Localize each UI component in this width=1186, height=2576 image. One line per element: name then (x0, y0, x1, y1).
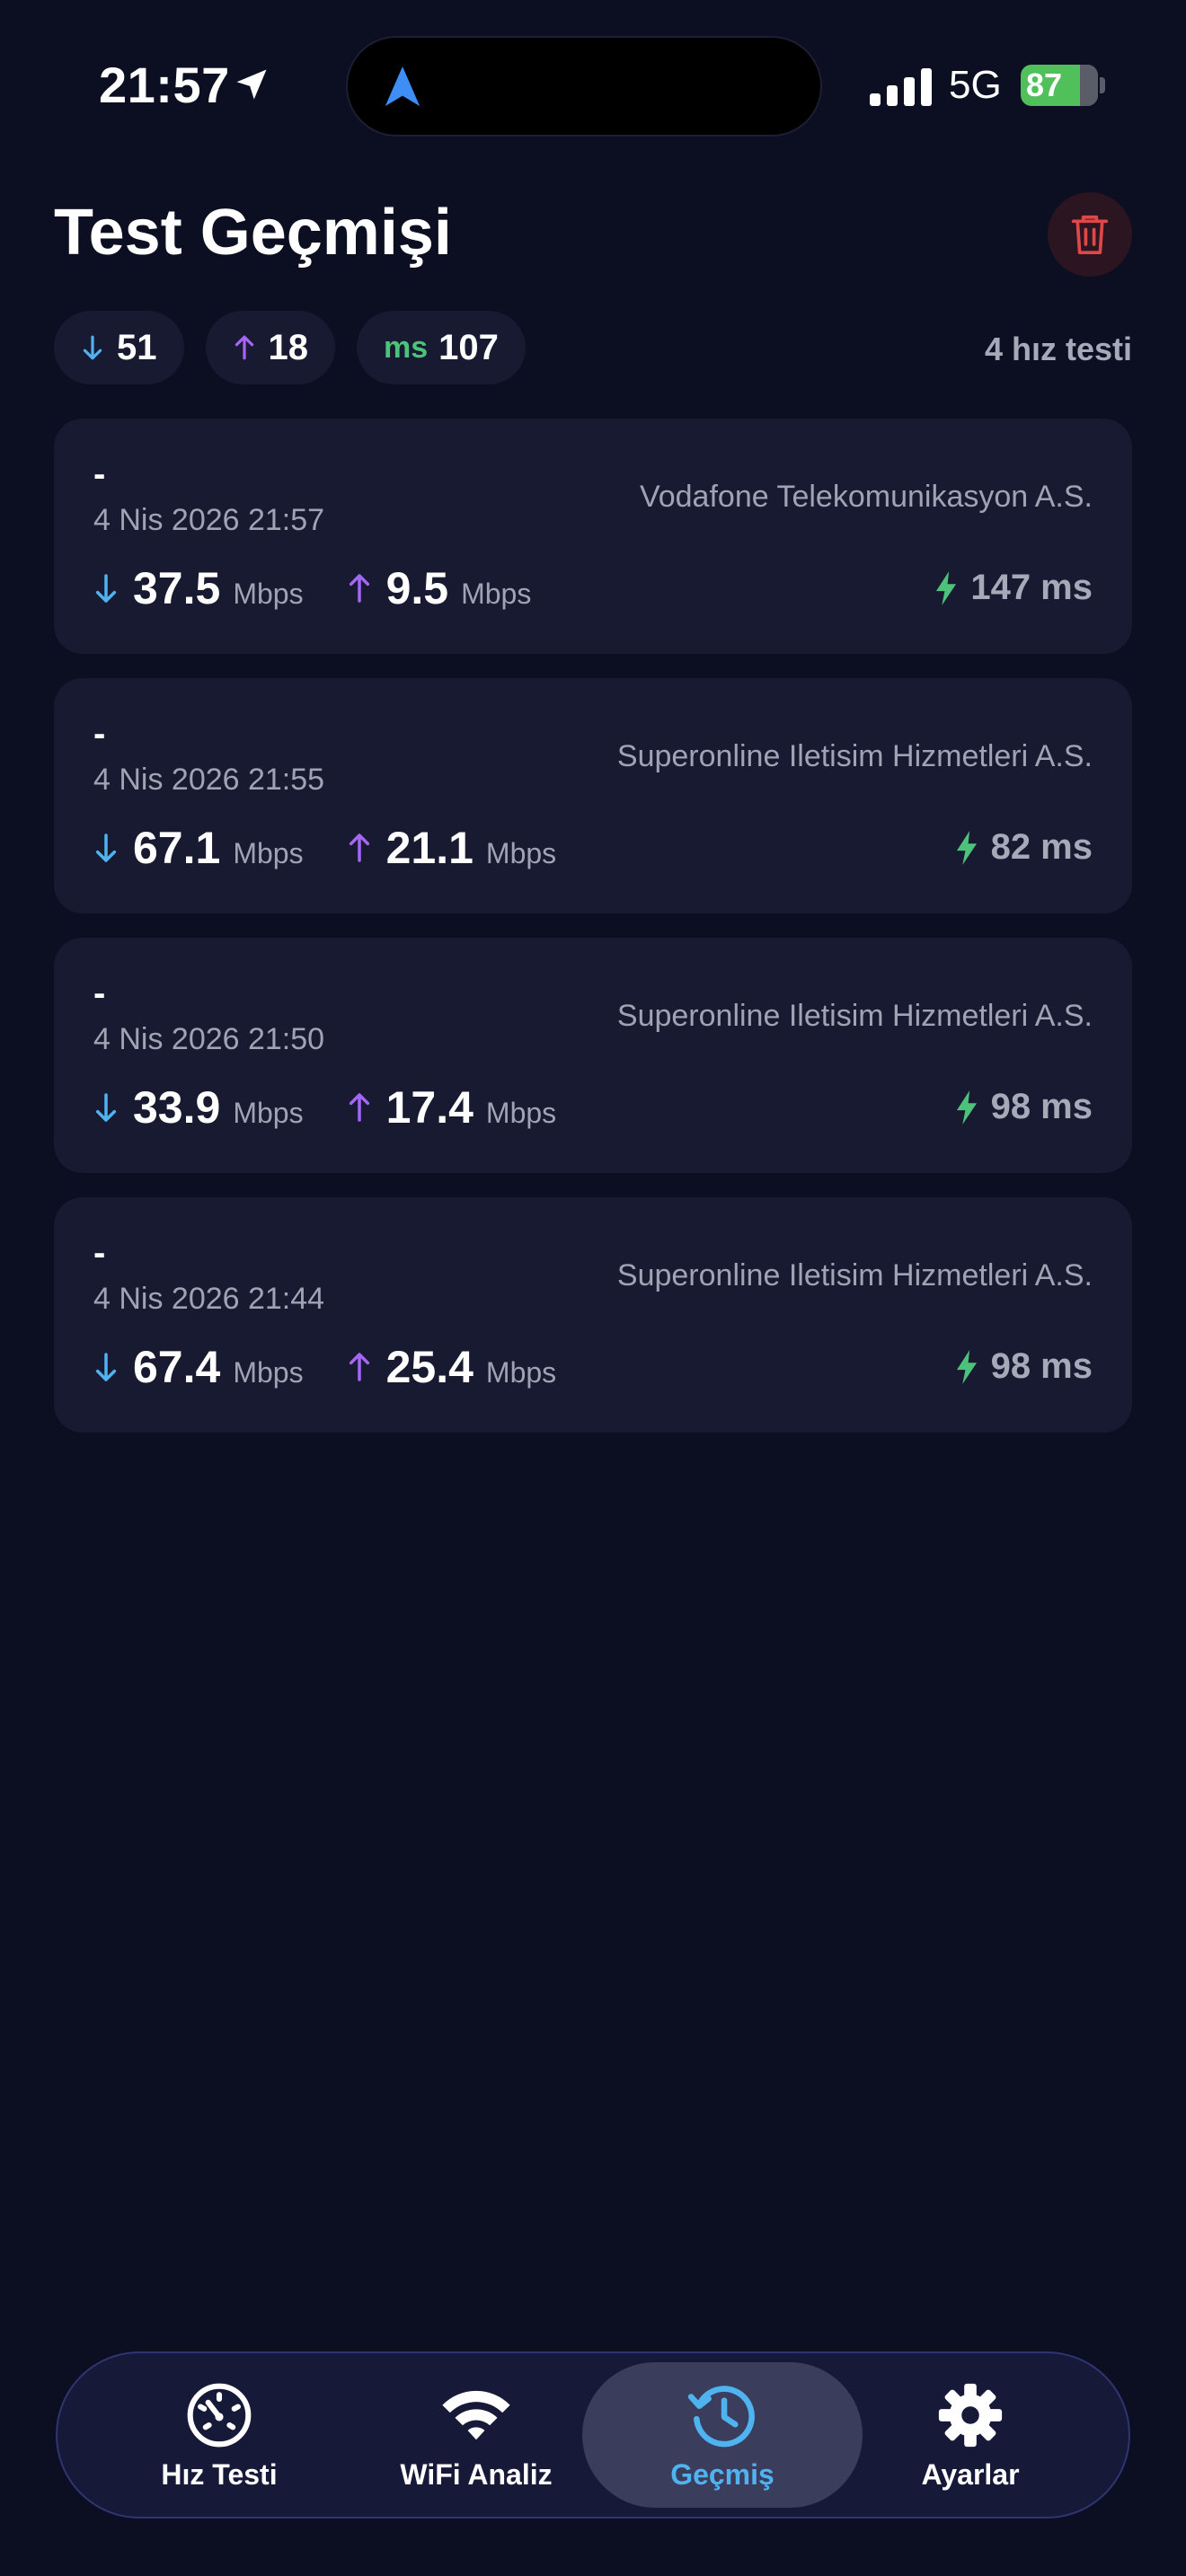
upload-speed: 9.5 Mbps (347, 562, 532, 614)
test-date: 4 Nis 2026 21:57 (93, 503, 325, 537)
battery-icon: 87 (1021, 65, 1098, 106)
ping-label: ms (384, 330, 429, 365)
upload-arrow-icon (349, 574, 369, 603)
download-speed: 37.5 Mbps (93, 562, 304, 614)
download-arrow-icon (95, 574, 117, 603)
download-value: 67.4 (133, 1342, 221, 1392)
test-isp: Superonline Iletisim Hizmetleri A.S. (616, 1258, 1093, 1292)
page-title: Test Geçmişi (54, 197, 452, 269)
ping-value: 82 ms (990, 827, 1093, 867)
cellular-signal-icon (870, 68, 932, 106)
speedometer-icon (187, 2383, 252, 2447)
download-unit: Mbps (233, 1097, 304, 1129)
test-name: - (93, 714, 106, 754)
history-card[interactable]: - 4 Nis 2026 21:57 Vodafone Telekomunika… (54, 419, 1132, 654)
avg-ping-value: 107 (438, 327, 499, 367)
gear-icon (938, 2383, 1003, 2447)
bolt-icon (956, 830, 977, 865)
tab-speed-test[interactable]: Hız Testi (79, 2362, 359, 2508)
test-date: 4 Nis 2026 21:44 (93, 1282, 325, 1316)
upload-arrow-icon (349, 1353, 369, 1381)
history-card[interactable]: - 4 Nis 2026 21:50 Superonline Iletisim … (54, 938, 1132, 1173)
bolt-icon (956, 1090, 977, 1125)
bolt-icon (936, 570, 957, 605)
navigation-arrow-icon (385, 66, 420, 107)
wifi-icon (442, 2390, 510, 2439)
download-arrow-icon (95, 1093, 117, 1122)
test-name: - (93, 974, 106, 1013)
ping-value: 98 ms (990, 1087, 1093, 1126)
tab-label: WiFi Analiz (400, 2457, 553, 2491)
upload-unit: Mbps (461, 578, 532, 610)
delete-history-button[interactable] (1048, 192, 1132, 277)
upload-unit: Mbps (485, 837, 557, 869)
test-date: 4 Nis 2026 21:55 (93, 763, 325, 797)
upload-arrow-icon (349, 834, 369, 862)
test-count: 4 hız testi (984, 331, 1132, 367)
ping-value: 98 ms (990, 1346, 1093, 1386)
download-speed: 33.9 Mbps (93, 1081, 304, 1134)
avg-ping-chip: ms 107 (357, 311, 526, 384)
avg-upload-chip: 18 (205, 311, 335, 384)
download-unit: Mbps (233, 837, 304, 869)
upload-speed: 21.1 Mbps (347, 822, 557, 874)
download-arrow-icon (95, 834, 117, 862)
test-date: 4 Nis 2026 21:50 (93, 1022, 325, 1056)
network-type: 5G (949, 63, 1002, 107)
upload-value: 17.4 (385, 1082, 474, 1133)
tab-wifi-analysis[interactable]: WiFi Analiz (336, 2362, 616, 2508)
summary-chips: 51 18 ms 107 (54, 311, 526, 384)
status-bar: 21:57 5G 87 (0, 0, 1186, 171)
test-isp: Superonline Iletisim Hizmetleri A.S. (616, 999, 1093, 1033)
download-value: 67.1 (133, 823, 221, 873)
battery-cap (1100, 77, 1105, 93)
ping: 98 ms (955, 1346, 1093, 1387)
download-arrow-icon (83, 335, 102, 360)
tab-history[interactable]: Geçmiş (582, 2362, 863, 2508)
status-time: 21:57 (99, 57, 230, 113)
history-list: - 4 Nis 2026 21:57 Vodafone Telekomunika… (54, 419, 1132, 1457)
download-speed: 67.4 Mbps (93, 1341, 304, 1393)
location-arrow-icon (236, 69, 267, 100)
avg-download-value: 51 (117, 327, 157, 367)
test-isp: Vodafone Telekomunikasyon A.S. (639, 480, 1093, 514)
download-value: 37.5 (133, 563, 221, 613)
ping-value: 147 ms (970, 568, 1093, 607)
download-unit: Mbps (233, 578, 304, 610)
upload-value: 25.4 (385, 1342, 474, 1392)
history-card[interactable]: - 4 Nis 2026 21:44 Superonline Iletisim … (54, 1197, 1132, 1433)
tab-bar: Hız Testi WiFi Analiz Geçmiş Ayarlar (56, 2351, 1130, 2519)
tab-label: Hız Testi (161, 2457, 278, 2491)
test-isp: Superonline Iletisim Hizmetleri A.S. (616, 739, 1093, 773)
upload-unit: Mbps (485, 1097, 557, 1129)
ping: 147 ms (934, 568, 1093, 608)
upload-unit: Mbps (485, 1356, 557, 1389)
tab-settings[interactable]: Ayarlar (830, 2362, 1111, 2508)
upload-speed: 25.4 Mbps (347, 1341, 557, 1393)
download-unit: Mbps (233, 1356, 304, 1389)
upload-arrow-icon (235, 335, 253, 360)
ping: 98 ms (955, 1087, 1093, 1127)
upload-value: 9.5 (385, 563, 449, 613)
upload-value: 21.1 (385, 823, 474, 873)
dynamic-island (346, 36, 822, 137)
ping: 82 ms (955, 827, 1093, 868)
bolt-icon (956, 1349, 977, 1384)
upload-speed: 17.4 Mbps (347, 1081, 557, 1134)
test-name: - (93, 1233, 106, 1273)
history-card[interactable]: - 4 Nis 2026 21:55 Superonline Iletisim … (54, 678, 1132, 913)
test-name: - (93, 454, 106, 494)
avg-upload-value: 18 (268, 327, 309, 367)
download-value: 33.9 (133, 1082, 221, 1133)
trash-icon (1071, 215, 1109, 254)
history-icon (687, 2385, 755, 2447)
tab-label: Ayarlar (921, 2457, 1020, 2491)
tab-label: Geçmiş (670, 2457, 774, 2491)
upload-arrow-icon (349, 1093, 369, 1122)
download-speed: 67.1 Mbps (93, 822, 304, 874)
avg-download-chip: 51 (54, 311, 184, 384)
download-arrow-icon (95, 1353, 117, 1381)
battery-level: 87 (1026, 66, 1063, 103)
